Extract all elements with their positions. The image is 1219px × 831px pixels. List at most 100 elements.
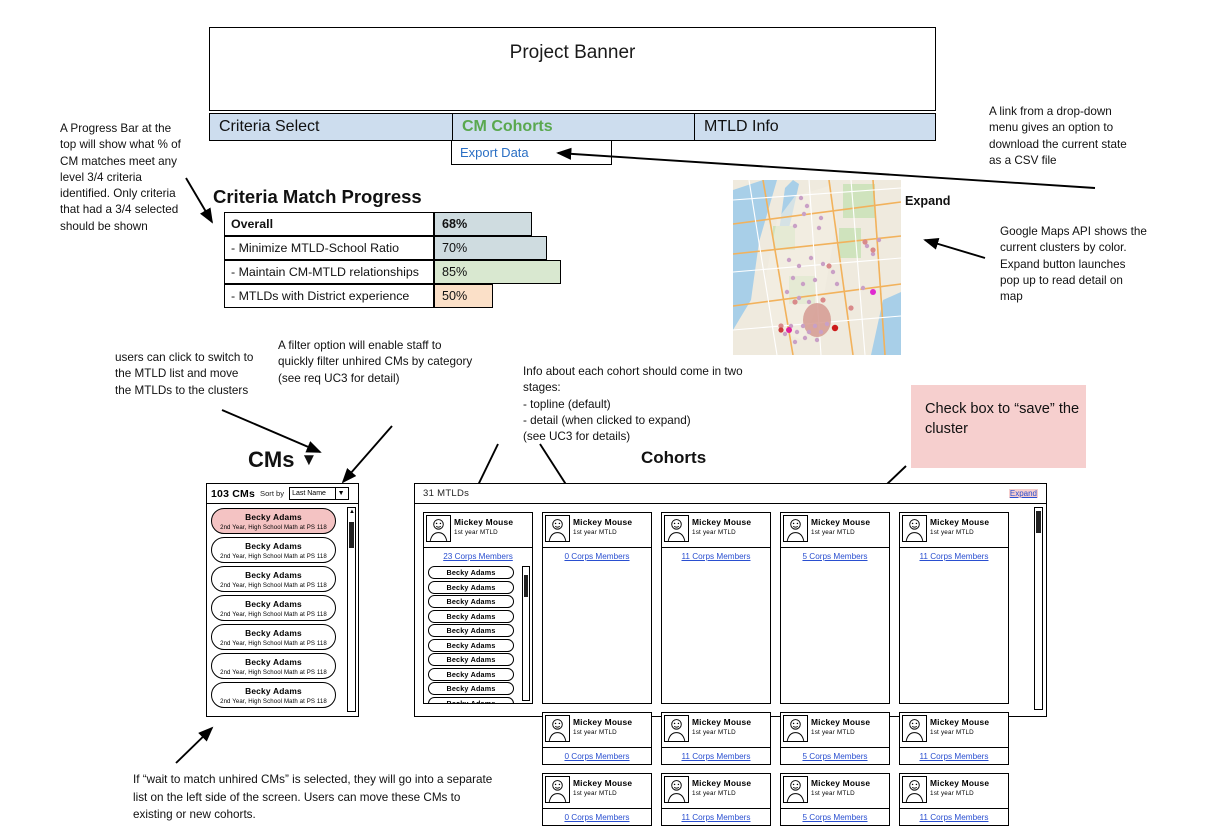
cm-card-detail: 2nd Year, High School Math at PS 118 [220,639,327,647]
cm-card-name: Becky Adams [245,570,302,580]
cohort-members-list[interactable]: Becky Adams Becky Adams Becky Adams Becky A… [424,564,532,703]
avatar-icon [548,519,567,542]
tab-criteria-select[interactable]: Criteria Select [210,114,453,140]
cohort-mtld-role: 1st year MTLD [811,790,855,797]
tab-mtld-info[interactable]: MTLD Info [695,114,935,140]
map-expand-label[interactable]: Expand [905,194,951,208]
cohort-card-header: Mickey Mouse 1st year MTLD [781,513,889,547]
tab-cm-cohorts[interactable]: CM Cohorts [453,114,695,140]
cohort-member-card[interactable]: Becky Adams [428,638,514,652]
sort-by-select[interactable]: Last Name ▼ [289,487,350,500]
cohort-member-card[interactable]: Becky Adams [428,682,514,695]
cohorts-panel: 31 MTLDs Expand Mickey Mouse 1st year MTL… [414,483,1047,826]
cms-scrollbar[interactable]: ▲ [347,507,356,712]
map-image [733,180,901,355]
cohort-members-link[interactable]: 5 Corps Members [781,747,889,764]
cms-count-label: 103 CMs [211,487,256,500]
chevron-down-icon[interactable]: ▼ [335,488,346,499]
export-data-link[interactable]: Export Data [460,145,529,160]
progress-row: - Maintain CM-MTLD relationships 85% [224,260,561,284]
avatar [426,515,451,542]
cohort-member-card[interactable]: Becky Adams [428,609,514,623]
avatar [902,776,927,803]
banner-title: Project Banner [509,42,636,63]
cohort-mtld-role: 1st year MTLD [811,529,855,536]
cohort-card[interactable]: Mickey Mouse 1st year MTLD 11 Corps Member… [899,773,1009,826]
cm-card-name: Becky Adams [245,512,302,522]
cms-scroll-list[interactable]: Becky Adams 2nd Year, High School Math at… [207,504,358,715]
callout-cohort-info: Info about each cohort should come in tw… [523,365,743,444]
cohort-card-expanded[interactable]: Mickey Mouse 1st year MTLD 23 Corps Member… [423,512,533,704]
cm-card-detail: 2nd Year, High School Math at PS 118 [220,523,327,531]
cohort-members-link[interactable]: 11 Corps Members [900,747,1008,764]
cm-card-detail: 2nd Year, High School Math at PS 118 [220,668,327,676]
chevron-down-icon[interactable]: ▼ [300,450,317,470]
cohort-card[interactable]: Mickey Mouse 1st year MTLD 0 Corps Members [542,712,652,765]
cohort-members-link[interactable]: 11 Corps Members [900,808,1008,825]
avatar [545,515,570,542]
cohort-card-header: Mickey Mouse 1st year MTLD [900,774,1008,808]
cohort-card[interactable]: Mickey Mouse 1st year MTLD 5 Corps Members [780,512,890,704]
cohort-members-link[interactable]: 5 Corps Members [781,808,889,825]
cohort-card[interactable]: Mickey Mouse 1st year MTLD 11 Corps Member… [661,712,771,765]
cohort-card-header: Mickey Mouse 1st year MTLD [424,513,532,547]
cohort-mtld-role: 1st year MTLD [930,790,974,797]
cohort-member-card[interactable]: Becky Adams [428,580,514,594]
cohort-members-link[interactable]: 11 Corps Members [662,747,770,764]
cohorts-scrollbar[interactable] [1034,507,1043,710]
scroll-thumb[interactable] [524,575,528,597]
cm-card[interactable]: Becky Adams 2nd Year, High School Math at… [211,566,336,592]
cohort-members-link[interactable]: 0 Corps Members [543,747,651,764]
cohort-members-link[interactable]: 5 Corps Members [781,547,889,564]
cohort-grid-spacer [423,773,533,826]
cm-card-name: Becky Adams [245,628,302,638]
cohort-members-link[interactable]: 0 Corps Members [543,808,651,825]
cm-card[interactable]: Becky Adams 2nd Year, High School Math at… [211,682,336,708]
cohort-member-card[interactable]: Becky Adams [428,696,514,703]
scroll-thumb[interactable] [1036,511,1041,533]
avatar-icon [667,719,686,742]
cohort-card-header: Mickey Mouse 1st year MTLD [900,513,1008,547]
cohorts-expand-link[interactable]: Expand [1008,489,1038,498]
cohort-member-card[interactable]: Becky Adams [428,566,514,579]
cohort-mtld-role: 1st year MTLD [692,729,736,736]
cohorts-panel-header: 31 MTLDs Expand [415,484,1046,504]
cohort-card[interactable]: Mickey Mouse 1st year MTLD 11 Corps Member… [661,512,771,704]
cm-card[interactable]: Becky Adams 2nd Year, High School Math at… [211,653,336,679]
cohort-card-header: Mickey Mouse 1st year MTLD [662,713,770,747]
avatar-icon [905,519,924,542]
cohort-members-link[interactable]: 23 Corps Members [424,547,532,564]
cohort-members-link[interactable]: 11 Corps Members [662,808,770,825]
cohort-card[interactable]: Mickey Mouse 1st year MTLD 5 Corps Members [780,773,890,826]
cohort-card[interactable]: Mickey Mouse 1st year MTLD 0 Corps Members [542,773,652,826]
cohort-members-link[interactable]: 0 Corps Members [543,547,651,564]
cohort-members-link[interactable]: 11 Corps Members [900,547,1008,564]
google-map[interactable] [733,180,901,355]
cohort-row: Mickey Mouse 1st year MTLD 0 Corps Members… [423,712,1046,765]
cohort-card[interactable]: Mickey Mouse 1st year MTLD 5 Corps Members [780,712,890,765]
cohort-members-scrollbar[interactable] [522,566,530,701]
cm-card[interactable]: Becky Adams 2nd Year, High School Math at… [211,595,336,621]
cohort-card[interactable]: Mickey Mouse 1st year MTLD 11 Corps Member… [899,712,1009,765]
cohort-member-card[interactable]: Becky Adams [428,624,514,637]
cohort-members-link[interactable]: 11 Corps Members [662,547,770,564]
cohort-card[interactable]: Mickey Mouse 1st year MTLD 11 Corps Member… [899,512,1009,704]
cohort-mtld-role: 1st year MTLD [692,529,736,536]
cohort-member-card[interactable]: Becky Adams [428,595,514,608]
avatar [902,715,927,742]
cm-card[interactable]: Becky Adams 2nd Year, High School Math at… [211,624,336,650]
callout-filter-option: A filter option will enable staff to qui… [278,339,473,385]
progress-bar-district: 50% [434,284,493,308]
scroll-thumb[interactable] [349,522,354,548]
scroll-up-icon[interactable]: ▲ [349,509,355,515]
cohort-member-card[interactable]: Becky Adams [428,667,514,681]
cm-card[interactable]: Becky Adams 2nd Year, High School Math at… [211,508,336,534]
cohort-card[interactable]: Mickey Mouse 1st year MTLD 0 Corps Members [542,512,652,704]
cohort-member-card[interactable]: Becky Adams [428,653,514,666]
cm-card[interactable]: Becky Adams 2nd Year, High School Math at… [211,537,336,563]
avatar [783,776,808,803]
avatar [664,776,689,803]
criteria-progress-table: Overall 68% - Minimize MTLD-School Ratio… [224,212,561,308]
export-dropdown-panel: Export Data [451,141,612,165]
cohort-card[interactable]: Mickey Mouse 1st year MTLD 11 Corps Member… [661,773,771,826]
